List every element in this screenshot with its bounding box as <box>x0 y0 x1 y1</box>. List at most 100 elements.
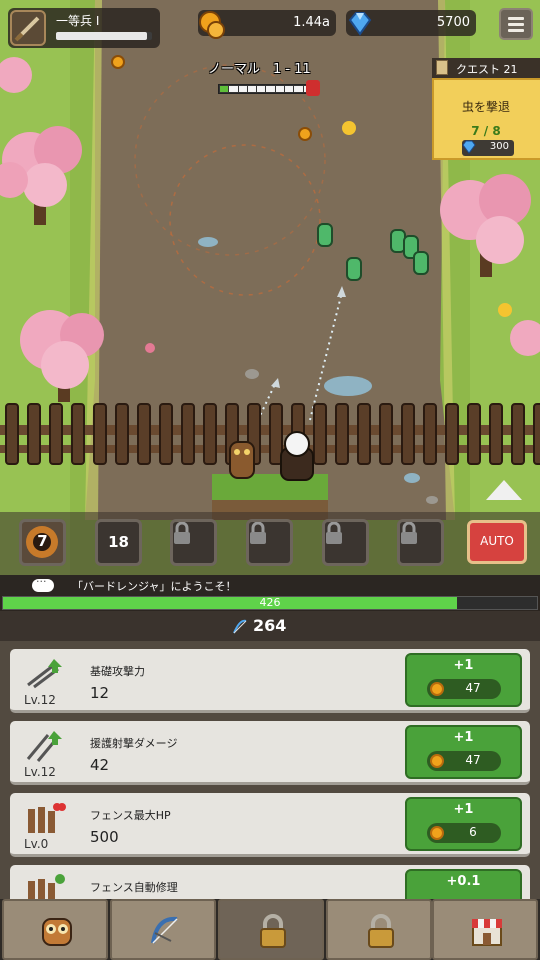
upgrade-row-support-damage: Lv.12 援護射撃ダメージ 42 +1 47 <box>10 721 530 785</box>
coin-icon <box>430 754 444 768</box>
tab-shop[interactable] <box>432 899 538 960</box>
upgrade-cost-value: 47 <box>465 681 481 695</box>
upgrade-button[interactable]: +1 6 <box>405 797 522 851</box>
wave-segment <box>238 86 247 92</box>
wave-progress-bar <box>218 84 314 94</box>
quest-card[interactable]: 虫を撃退 7 / 8 300 <box>432 78 540 160</box>
coin-value: 1.44a <box>293 15 330 30</box>
upgrade-name: 基礎攻撃力 <box>90 665 145 678</box>
expand-up-arrow-icon[interactable] <box>486 480 522 500</box>
skill-slot-eagle-eye[interactable]: 7 <box>19 519 66 566</box>
upgrade-cost: 47 <box>427 679 501 699</box>
message-text: 「バードレンジャ」にようこそ！ <box>72 580 237 593</box>
fence-post <box>203 403 217 465</box>
power-row: 264 <box>0 611 540 641</box>
owl-icon <box>42 918 72 946</box>
message-row: 「バードレンジャ」にようこそ！ <box>0 575 540 595</box>
fence-post <box>357 403 371 465</box>
coin-icon <box>430 682 444 696</box>
upgrade-increment: +1 <box>453 802 474 817</box>
lock-icon <box>250 522 266 544</box>
skill-slot-locked[interactable] <box>397 519 444 566</box>
quest-header[interactable]: クエスト 21 <box>432 58 540 78</box>
fence-post <box>27 403 41 465</box>
upgrade-cost: 6 <box>427 823 501 843</box>
fence-hp-value: 426 <box>259 596 281 609</box>
rank-panel[interactable]: 一等兵 I <box>8 8 160 48</box>
enemy-bug[interactable] <box>346 257 362 281</box>
wave-segment <box>247 86 257 92</box>
upgrade-name: 援護射撃ダメージ <box>90 737 178 750</box>
quest-header-label: クエスト 21 <box>456 63 518 76</box>
quest-scroll-icon <box>436 60 448 75</box>
skill-slot-fire[interactable]: 18 <box>95 519 142 566</box>
wave-segment <box>257 86 266 92</box>
coin-stack-icon <box>199 11 225 39</box>
upgrade-button[interactable]: +1 47 <box>405 725 522 779</box>
game-scene[interactable]: 一等兵 I 1.44a 5700 ノーマル 1 - 11 クエスト 21 虫を撃… <box>0 0 540 575</box>
skill-slot-locked[interactable] <box>322 519 369 566</box>
upgrade-button[interactable]: +1 47 <box>405 653 522 707</box>
diamond-icon <box>462 140 476 154</box>
wave-segment <box>294 86 303 92</box>
coin-icon <box>430 826 444 840</box>
fence-post <box>49 403 63 465</box>
upgrade-row-fence-repair: フェンス自動修理 +0.1 <box>10 865 530 899</box>
skill-cooldown: 18 <box>108 533 129 551</box>
upgrade-row-fence-hp: Lv.0 フェンス最大HP 500 +1 6 <box>10 793 530 857</box>
stage-label: ノーマル 1 - 11 <box>208 62 311 77</box>
fence-post <box>71 403 85 465</box>
upgrade-button[interactable]: +0.1 <box>405 869 522 899</box>
fence-post <box>467 403 481 465</box>
power-value: 264 <box>253 616 287 635</box>
upgrade-name: フェンス自動修理 <box>90 881 178 894</box>
upgrade-level: Lv.12 <box>24 765 56 779</box>
wave-segment <box>285 86 294 92</box>
gem-counter: 5700 <box>346 10 476 36</box>
fence-post <box>93 403 107 465</box>
upgrade-list[interactable]: Lv.12 基礎攻撃力 12 +1 47 Lv.12 援護射撃ダメージ 42 +… <box>0 641 540 899</box>
tab-owl[interactable] <box>2 899 108 960</box>
lock-icon <box>368 914 394 948</box>
skill-slot-locked[interactable] <box>246 519 293 566</box>
auto-label: AUTO <box>480 534 514 548</box>
upgrade-value: 12 <box>90 684 110 702</box>
enemy-bug[interactable] <box>317 223 333 247</box>
diamond-icon <box>348 12 372 36</box>
tab-locked-1[interactable] <box>218 899 324 960</box>
wave-segment <box>229 86 238 92</box>
fence-hp-bar: 426 <box>2 596 538 610</box>
fence-post <box>379 403 393 465</box>
coin-counter: 1.44a <box>198 10 336 39</box>
upgrade-name: フェンス最大HP <box>90 809 171 822</box>
hamburger-menu-icon <box>508 17 524 20</box>
upgrade-cost-value: 6 <box>469 825 477 839</box>
rank-progress-bar <box>56 32 152 40</box>
skill-cooldown: 7 <box>37 532 48 550</box>
fence-post <box>401 403 415 465</box>
upgrade-increment: +1 <box>453 730 474 745</box>
auto-button[interactable]: AUTO <box>467 520 527 564</box>
menu-button[interactable] <box>499 8 533 40</box>
tab-locked-2[interactable] <box>326 899 432 960</box>
tab-bow[interactable] <box>110 899 216 960</box>
skill-slot-locked[interactable] <box>170 519 217 566</box>
fence-hp-icon <box>28 803 66 833</box>
quest-reward: 300 <box>462 140 514 156</box>
owl-ranger[interactable] <box>229 441 255 479</box>
eagle-ranger[interactable] <box>280 431 314 481</box>
fence-post <box>445 403 459 465</box>
fence-post <box>137 403 151 465</box>
lock-icon <box>326 522 342 544</box>
enemy-bug[interactable] <box>390 229 406 253</box>
rank-label: 一等兵 I <box>56 14 100 28</box>
fence-post <box>511 403 525 465</box>
fence-post <box>335 403 349 465</box>
fence-post <box>313 403 327 465</box>
lock-icon <box>401 522 417 544</box>
fence-post <box>181 403 195 465</box>
enemy-bug[interactable] <box>413 251 429 275</box>
fence-post <box>5 403 19 465</box>
gem-value: 5700 <box>436 15 470 30</box>
upgrade-row-base-attack: Lv.12 基礎攻撃力 12 +1 47 <box>10 649 530 713</box>
